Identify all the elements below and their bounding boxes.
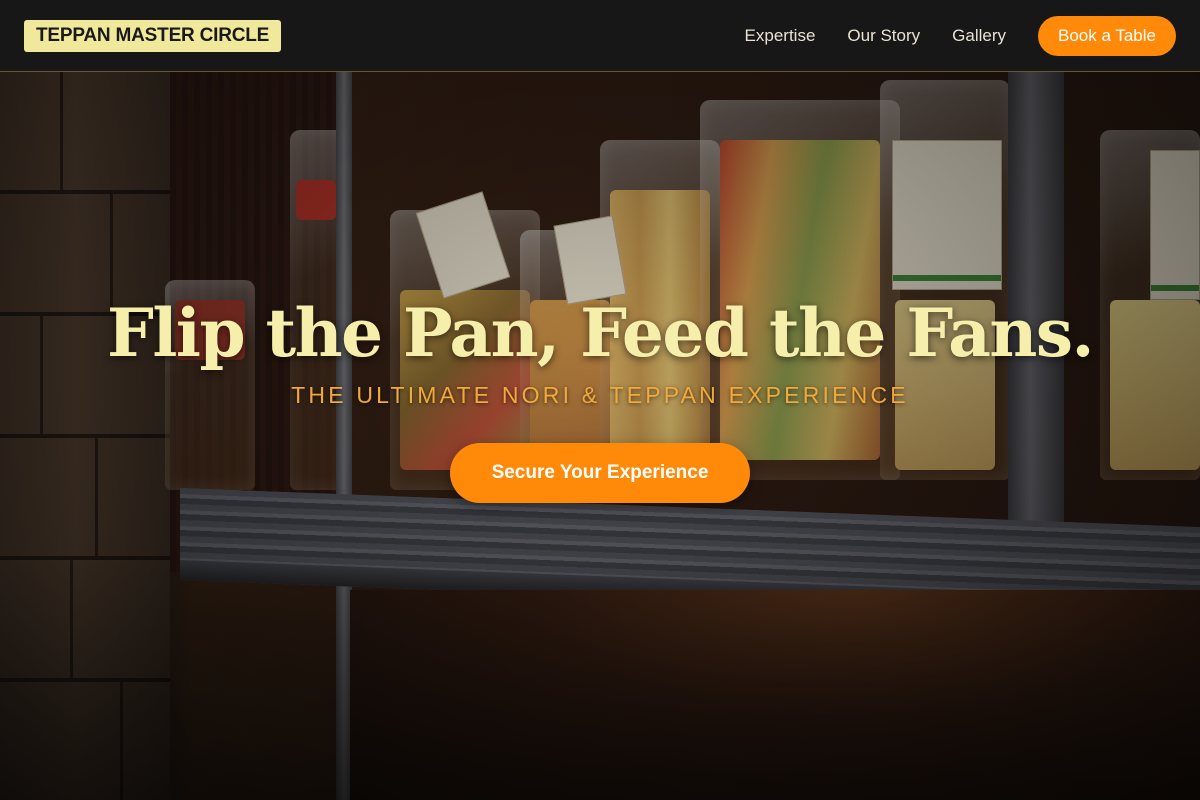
hero-section: Flip the Pan, Feed the Fans. THE ULTIMAT… — [0, 290, 1200, 503]
nav-link-expertise[interactable]: Expertise — [745, 26, 816, 46]
navbar: TEPPAN MASTER CIRCLE Expertise Our Story… — [0, 0, 1200, 72]
brand-logo[interactable]: TEPPAN MASTER CIRCLE — [24, 19, 282, 52]
nav-link-our-story[interactable]: Our Story — [847, 26, 920, 46]
book-table-button[interactable]: Book a Table — [1038, 15, 1176, 56]
secure-experience-button[interactable]: Secure Your Experience — [450, 443, 750, 503]
nav-link-gallery[interactable]: Gallery — [952, 26, 1006, 46]
hero-headline: Flip the Pan, Feed the Fans. — [106, 294, 1095, 372]
nav-links: Expertise Our Story Gallery Book a Table — [713, 15, 1176, 56]
hero-tagline: THE ULTIMATE NORI & TEPPAN EXPERIENCE — [291, 382, 909, 408]
